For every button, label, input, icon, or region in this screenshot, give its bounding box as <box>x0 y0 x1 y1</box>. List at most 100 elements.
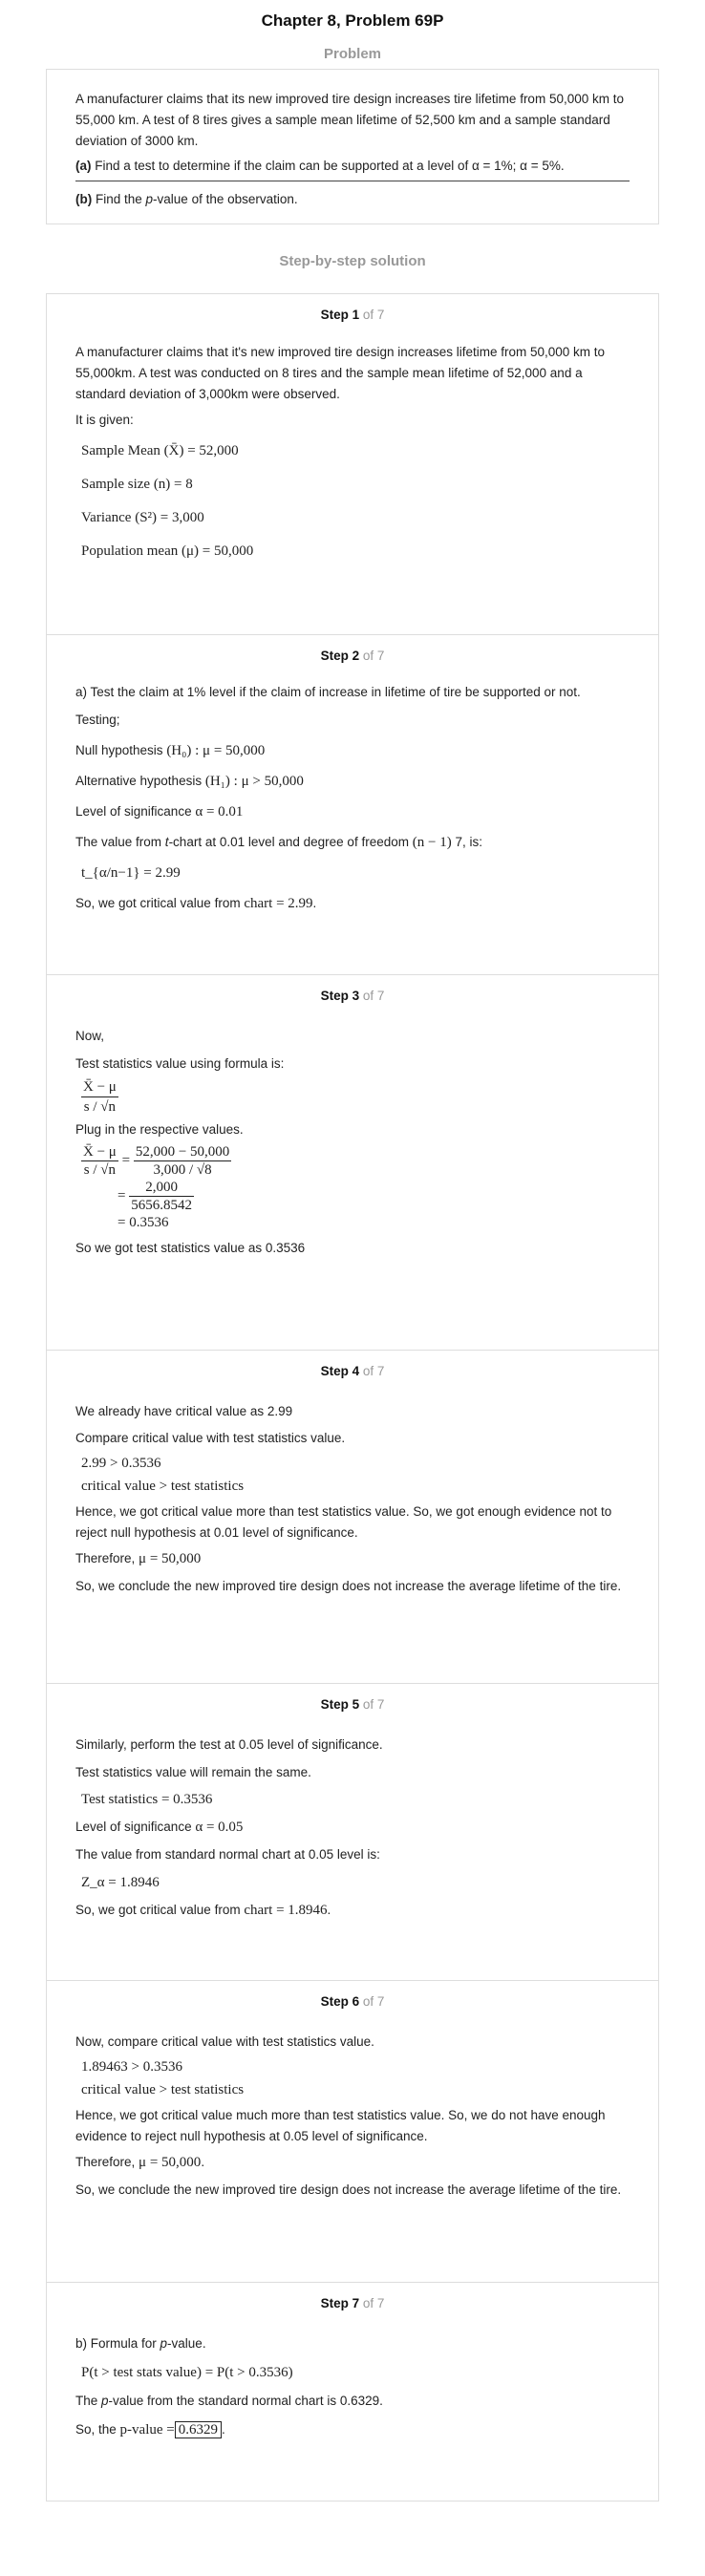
math-line: Sample Mean (X̄) = 52,000 <box>81 443 239 458</box>
text: b) Formula for <box>75 2336 160 2351</box>
step-number: Step 7 <box>320 2296 360 2310</box>
math-line: 2.99 > 0.3536 <box>81 1456 161 1471</box>
critical-value-text: So, we got critical value from chart = 2… <box>75 894 630 913</box>
step-text: It is given: <box>75 413 134 427</box>
step-count: of 7 <box>362 308 385 322</box>
calc-row: = 2,000 5656.8542 <box>118 1179 194 1214</box>
text: -value. <box>167 2336 206 2351</box>
math-line: Population mean (μ) = 50,000 <box>81 543 254 559</box>
step-text: We already have critical value as 2.99 <box>75 1404 293 1418</box>
text: The <box>75 2394 102 2408</box>
step-6-heading: Step 6 of 7 <box>75 1981 630 2033</box>
step-text: Similarly, perform the test at 0.05 leve… <box>75 1737 383 1752</box>
denominator: s / √n <box>83 1162 117 1178</box>
text: Therefore, <box>75 2155 136 2169</box>
fraction: X̄ − μ s / √n <box>81 1077 118 1117</box>
math-line: critical value > test statistics <box>81 2082 245 2097</box>
text: 7, is: <box>451 835 482 849</box>
math: (H₁) : μ > 50,000 <box>204 774 304 789</box>
significance-level: Level of significance α = 0.05 <box>75 1818 630 1837</box>
step-5: Step 5 of 7 Similarly, perform the test … <box>47 1684 658 1981</box>
label: Level of significance <box>75 1820 192 1834</box>
step-4: Step 4 of 7 We already have critical val… <box>47 1351 658 1684</box>
solution-heading: Step-by-step solution <box>279 253 426 269</box>
step-number: Step 3 <box>320 989 360 1003</box>
step-text: Hence, we got critical value more than t… <box>75 1504 612 1540</box>
denominator: 3,000 / √8 <box>153 1162 212 1178</box>
fraction: 2,000 5656.8542 <box>129 1179 194 1214</box>
step-text: The value from standard normal chart at … <box>75 1847 380 1862</box>
text: . <box>201 2155 205 2169</box>
text: . <box>221 2422 225 2437</box>
null-hypothesis: Null hypothesis (H₀) : μ = 50,000 <box>75 741 630 760</box>
step-number: Step 6 <box>320 1994 360 2009</box>
text: The value from <box>75 835 165 849</box>
text: So, we got critical value from <box>75 1903 241 1917</box>
step-count: of 7 <box>362 1994 385 2009</box>
z-value: Z_α = 1.8946 <box>81 1875 160 1890</box>
step-text: So, we conclude the new improved tire de… <box>75 1579 622 1593</box>
problem-text: A manufacturer claims that its new impro… <box>75 92 624 148</box>
text: -value from the standard normal chart is… <box>108 2394 383 2408</box>
t-value: t_{α/n−1} = 2.99 <box>81 865 181 881</box>
label: Level of significance <box>75 804 192 819</box>
steps-container: Step 1 of 7 A manufacturer claims that i… <box>46 293 659 2501</box>
step-2-heading: Step 2 of 7 <box>75 635 630 683</box>
step-3-heading: Step 3 of 7 <box>75 975 630 1027</box>
math-line: Test statistics = 0.3536 <box>81 1792 213 1807</box>
label: Null hypothesis <box>75 743 163 757</box>
text: So, we got critical value from <box>75 896 241 910</box>
math: (H₀) : μ = 50,000 <box>166 743 266 758</box>
fraction: X̄ − μs / √n <box>81 1143 118 1179</box>
formula: X̄ − μ s / √n <box>81 1077 630 1117</box>
math: chart = 1.8946 <box>244 1903 328 1918</box>
step-count: of 7 <box>362 2296 385 2310</box>
step-7: Step 7 of 7 b) Formula for p-value. P(t … <box>47 2283 658 2501</box>
step-text: Test statistics value using formula is: <box>75 1056 285 1071</box>
significance-level: Level of significance α = 0.01 <box>75 802 630 821</box>
step-text: Plug in the respective values. <box>75 1122 244 1137</box>
math: μ = 50,000 <box>139 1551 202 1566</box>
page-title: Chapter 8, Problem 69P <box>261 11 444 30</box>
fraction: 52,000 − 50,000 3,000 / √8 <box>133 1143 232 1179</box>
step-count: of 7 <box>362 989 385 1003</box>
part-b-text-end: -value of the observation. <box>153 192 298 206</box>
math: (n − 1) <box>412 835 452 850</box>
part-a-tag: (a) <box>75 159 92 173</box>
step-text: Hence, we got critical value much more t… <box>75 2108 606 2143</box>
step-1: Step 1 of 7 A manufacturer claims that i… <box>47 294 658 635</box>
numerator: X̄ − μ <box>81 1077 118 1097</box>
step-text: b) Formula for p-value. <box>75 2334 630 2353</box>
math-line: critical value > test statistics <box>81 1479 245 1494</box>
step-text: a) Test the claim at 1% level if the cla… <box>75 685 581 699</box>
step-count: of 7 <box>362 1697 385 1712</box>
step-text: Now, compare critical value with test st… <box>75 2034 374 2049</box>
step-3: Step 3 of 7 Now, Test statistics value u… <box>47 975 658 1351</box>
therefore-line: Therefore, μ = 50,000. <box>75 2153 630 2172</box>
numerator: 52,000 − 50,000 <box>133 1144 232 1161</box>
math: p-value = <box>119 2422 175 2438</box>
step-text: So, we conclude the new improved tire de… <box>75 2182 622 2197</box>
part-b-tag: (b) <box>75 192 93 206</box>
step-text: Now, <box>75 1029 105 1043</box>
numerator: 2,000 <box>129 1179 194 1197</box>
part-b-text: Find the <box>92 192 146 206</box>
therefore-line: Therefore, μ = 50,000 <box>75 1549 630 1568</box>
step-count: of 7 <box>362 1364 385 1378</box>
step-number: Step 4 <box>320 1364 360 1378</box>
denominator: 5656.8542 <box>131 1198 192 1213</box>
step-text: A manufacturer claims that it's new impr… <box>75 345 606 401</box>
text: . <box>327 1903 331 1917</box>
math: chart = 2.99 <box>244 896 313 911</box>
text: So, the <box>75 2422 117 2437</box>
alternative-hypothesis: Alternative hypothesis (H₁) : μ > 50,000 <box>75 772 630 791</box>
step-7-heading: Step 7 of 7 <box>75 2283 630 2334</box>
step-text: Compare critical value with test statist… <box>75 1431 346 1445</box>
text: . <box>312 896 317 910</box>
problem-statement: A manufacturer claims that its new impro… <box>46 69 659 224</box>
calc-result: = 0.3536 <box>118 1215 169 1230</box>
math: μ = 50,000 <box>139 2155 202 2170</box>
denominator: s / √n <box>83 1099 117 1115</box>
math-line: Variance (S²) = 3,000 <box>81 510 204 525</box>
math-line: 1.89463 > 0.3536 <box>81 2059 182 2075</box>
